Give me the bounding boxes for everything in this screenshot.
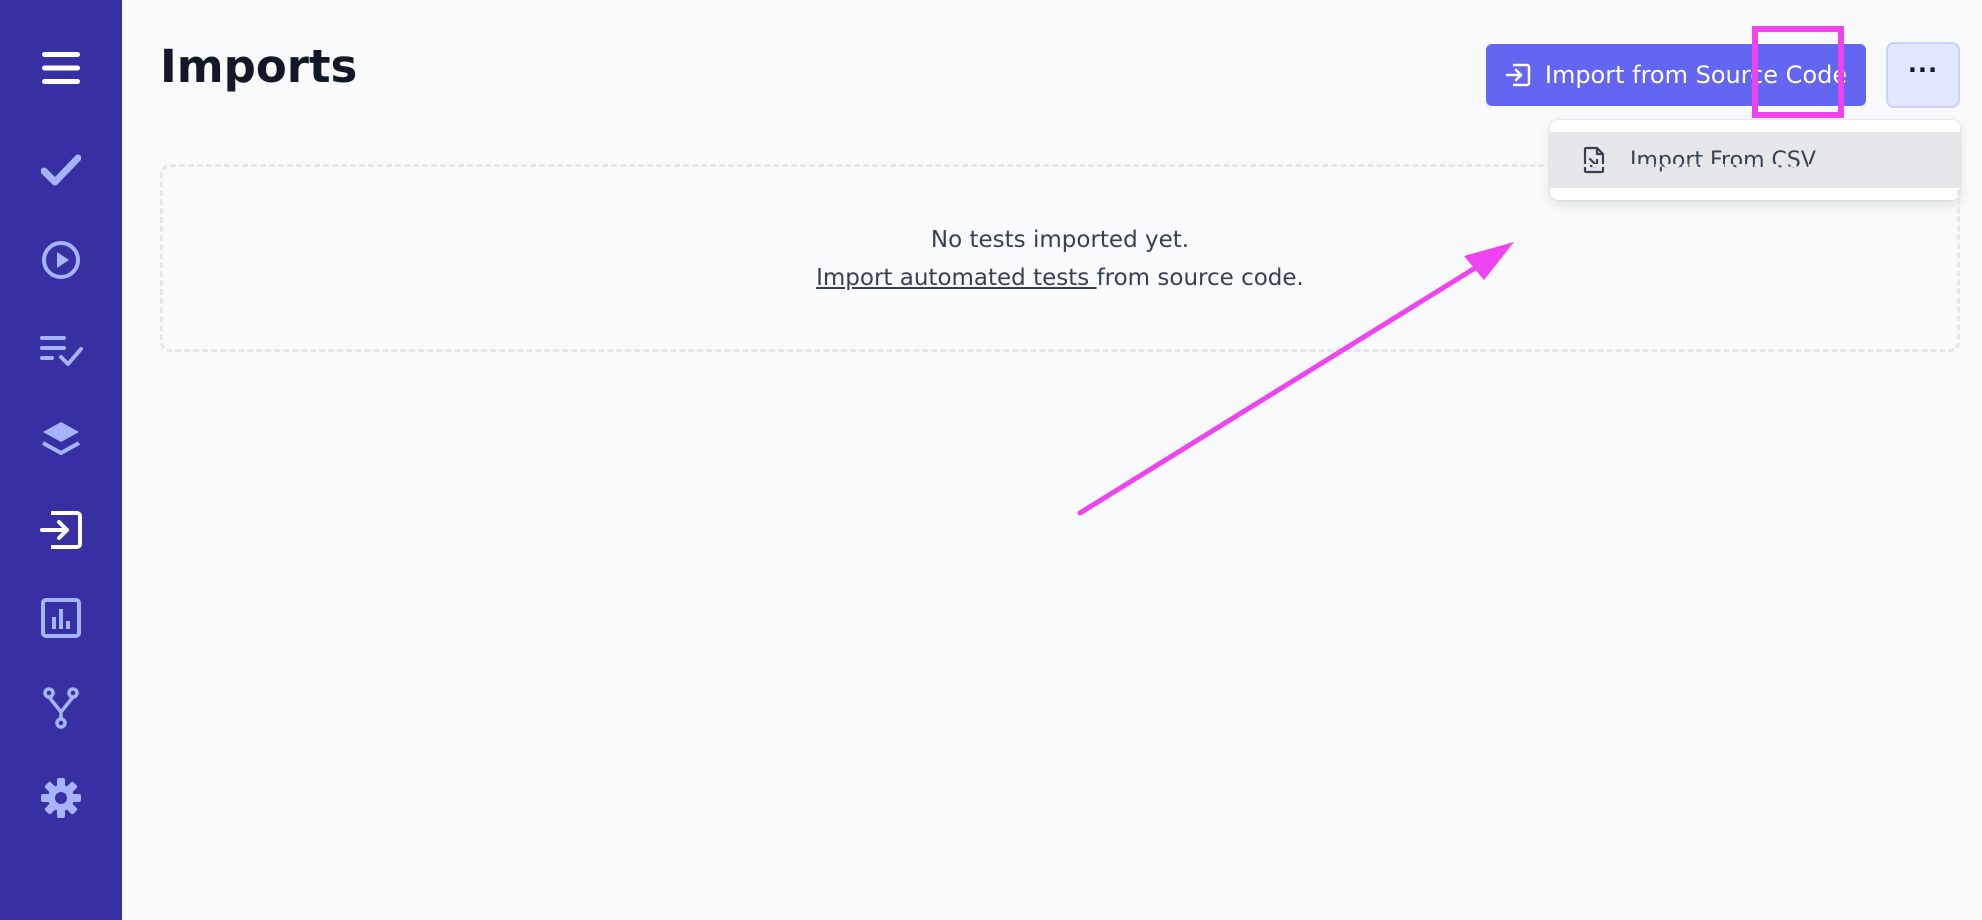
- check-icon: [41, 154, 81, 186]
- branch-icon: [43, 687, 79, 729]
- chart-bar-icon: [41, 598, 81, 638]
- sidebar-item-runs[interactable]: [0, 220, 122, 300]
- empty-state-hint: Import automated tests from source code.: [163, 267, 1957, 290]
- empty-state: No tests imported yet. Import automated …: [160, 164, 1960, 352]
- sidebar: [0, 0, 122, 920]
- menu-icon: [42, 52, 80, 84]
- empty-state-message: No tests imported yet.: [930, 227, 1190, 253]
- sidebar-item-branches[interactable]: [0, 668, 122, 748]
- sidebar-item-settings[interactable]: [0, 758, 122, 838]
- layers-icon: [42, 422, 80, 455]
- sidebar-item-analytics[interactable]: [0, 578, 122, 658]
- empty-state-hint-text: from source code.: [1096, 265, 1304, 291]
- app: Imports Import from Source Code ··· Impo…: [0, 0, 1982, 920]
- sidebar-item-tests[interactable]: [0, 130, 122, 210]
- import-icon: [40, 511, 82, 549]
- import-automated-tests-link[interactable]: Import automated tests: [816, 265, 1096, 291]
- more-options-button[interactable]: ···: [1886, 42, 1960, 108]
- main-content: Imports Import from Source Code ··· Impo…: [122, 0, 1982, 920]
- sidebar-item-environments[interactable]: [0, 400, 122, 480]
- list-check-icon: [40, 336, 83, 366]
- sidebar-item-imports[interactable]: [0, 490, 122, 570]
- play-circle-icon: [42, 241, 80, 279]
- more-options-label: ···: [1907, 56, 1939, 84]
- import-icon: [1505, 63, 1531, 87]
- gear-icon: [41, 778, 81, 818]
- sidebar-item-menu[interactable]: [0, 28, 122, 108]
- page-title: Imports: [160, 40, 358, 93]
- annotation-highlight-box: [1752, 26, 1844, 118]
- sidebar-item-plans[interactable]: [0, 310, 122, 390]
